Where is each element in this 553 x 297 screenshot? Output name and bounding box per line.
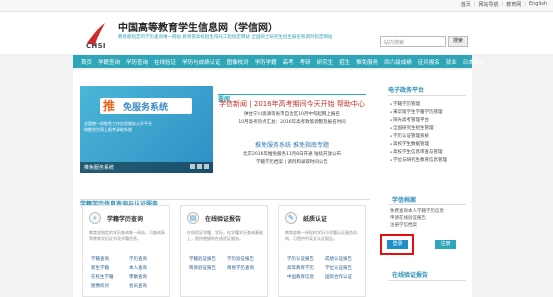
card-title[interactable]: 在线验证报告 (205, 214, 241, 223)
nav-item[interactable]: 研究生 (317, 58, 334, 66)
nav-item[interactable]: 征兵报名 (418, 58, 440, 66)
card-desc: 教育部指定的学历查询唯一网站，可查询高等教育学历证书及学籍信息。 (89, 230, 165, 241)
pager-dot[interactable] (204, 164, 209, 169)
divider (388, 204, 466, 205)
card-links: 学籍验证报告 学历验证报告 简易验证报告 简易学历查询 (189, 256, 261, 271)
news-item[interactable]: 陕甘宁川渝滇等省市自治区10月中旬起网上报名 (218, 111, 366, 117)
card-link[interactable]: 学历验证报告 (227, 256, 261, 262)
nav-item[interactable]: 考研 (300, 58, 311, 66)
card-link[interactable]: 简易验证报告 (189, 265, 223, 271)
news-header: 要闻 (218, 86, 366, 103)
top-link-nav[interactable]: 网站导航 (479, 1, 499, 8)
nav-item[interactable]: 学历学籍 (255, 58, 277, 66)
nav-item[interactable]: 学历查询 (126, 58, 148, 66)
divider (388, 95, 466, 96)
card-link[interactable]: 学历查询 (129, 256, 163, 262)
nav-item[interactable]: 学历与成绩认证 (182, 58, 221, 66)
card-link[interactable]: 简易学历查询 (227, 265, 261, 271)
news-item[interactable]: 10月高考热点汇总：2016年高考政策调整及报名时间 (218, 119, 366, 125)
banner-pager (190, 164, 209, 169)
site-title: 中国高等教育学生信息网（学信网） (118, 23, 278, 34)
card-link[interactable]: 在校生学籍 (91, 274, 125, 280)
card-links: 学籍查询 学历查询 新生学籍 本人查询 在校生学籍 零散查询 图像校对 会员查询 (91, 256, 163, 289)
section-header: 学籍学历信息查询与认证服务 (80, 191, 370, 208)
banner-title: 免服务系统 (123, 103, 169, 113)
nav-item[interactable]: 学籍查询 (98, 58, 120, 66)
card-desc: 在线验证学籍、学历，在学籍学历查询基础上，提供便捷的在线验证服务。 (187, 230, 263, 241)
main-nav: 首页 学籍查询 学历查询 在线验证 学历与成绩认证 图像校对 学历学籍 高考 考… (73, 55, 485, 68)
highlight-box (380, 234, 414, 255)
platform-item[interactable]: 学历认证管理系统 (390, 133, 429, 139)
nav-item[interactable]: 推免服务 (356, 58, 378, 66)
card-link[interactable]: 高等教育学历 (287, 265, 321, 271)
card-link[interactable]: 成绩认证报告 (325, 256, 359, 262)
archive-title: 学信档案 (392, 197, 417, 204)
register-button[interactable]: 注册 (435, 240, 456, 249)
platform-item[interactable]: 学籍学历管理 (390, 101, 420, 107)
card-link[interactable]: 零散查询 (129, 274, 163, 280)
archive-line: 申请在线验证报告 (390, 216, 426, 221)
platform-title: 电子政务平台 (388, 87, 425, 94)
document-icon: ▤ (187, 212, 199, 224)
card-links: 学历认证报告 成绩认证报告 高等教育学历 学位认证报告 中国教育信息 国际合作认… (287, 256, 359, 280)
platform-item[interactable]: 高校学生信息审查与管理 (390, 149, 443, 155)
card-link[interactable]: 会员查询 (129, 283, 163, 289)
card-title[interactable]: 纸质认证 (303, 214, 327, 223)
news-headline[interactable]: 学信新闻 | 2016年高考期间今天开始 帮助中心 (218, 99, 366, 109)
platform-item[interactable]: 全国研究生招生管理 (390, 125, 434, 131)
service-card-query: ⌕ 学籍学历查询 教育部指定的学历查询唯一网站，可查询高等教育学历证书及学籍信息… (82, 205, 170, 297)
banner-line: 和推免生网上报考录取系统 (84, 127, 132, 132)
platform-item[interactable]: 阳光高考管理平台 (390, 117, 429, 123)
search-button[interactable]: 搜索 (448, 36, 468, 47)
banner-title-char: 推 (103, 99, 116, 113)
site-subtitle: 教育部指定的学历查询唯一网站 教育部高校招生阳光工程指定网站 全国硕士研究生招生… (118, 35, 333, 40)
platform-item[interactable]: 来华留学生学籍学历管理 (390, 109, 443, 115)
certificate-icon: ✎ (285, 212, 297, 224)
card-link[interactable]: 国际合作认证 (325, 274, 359, 280)
card-link[interactable]: 本人查询 (129, 265, 163, 271)
news-item[interactable]: 学籍学历档案 | 调剂和录取时间公告 (218, 159, 366, 165)
top-link-home[interactable]: 首页 (461, 1, 471, 8)
nav-item[interactable]: 在线验证 (154, 58, 176, 66)
archive-line: 免费查询本人学籍学历信息 (390, 209, 444, 214)
top-link-edu[interactable]: 教育网 (506, 1, 521, 8)
card-link[interactable]: 学籍查询 (91, 256, 125, 262)
pager-dot[interactable] (190, 164, 195, 169)
divider (388, 280, 466, 281)
nav-item[interactable]: 招生 (339, 58, 350, 66)
platform-item[interactable]: 学位与研究生教育信息管理 (390, 157, 447, 163)
news-headline-2[interactable]: 推免服务系统 推免指南专题 (218, 140, 366, 149)
archive-line: 注册学信档案 (390, 223, 417, 228)
search-icon: ⌕ (89, 212, 101, 224)
card-link[interactable]: 新生学籍 (91, 265, 125, 271)
card-link[interactable]: 学历认证报告 (287, 256, 321, 262)
card-link[interactable]: 学籍验证报告 (189, 256, 223, 262)
platform-item[interactable]: 高校学生数据管理 (390, 141, 429, 147)
pager-dot[interactable] (197, 164, 202, 169)
banner-caption-text: 推免服务系统 (84, 165, 115, 171)
news-item[interactable]: 北京2016年推免服务11月8日开通 陆续开放公布 (218, 151, 366, 157)
search-input[interactable]: 站内搜索 (380, 36, 446, 47)
nav-item[interactable]: 首页 (81, 58, 92, 66)
nav-item[interactable]: 高考 (283, 58, 294, 66)
card-desc: 教育部唯一授权的学历与学籍认证服务机构，可提供中英文认证报告。 (285, 230, 357, 241)
card-title[interactable]: 学籍学历查询 (107, 214, 143, 223)
banner-text: 全国统一的推免工作信息服务公开平台 和推免生网上报考录取系统 (84, 121, 154, 133)
logo-text: CHSI (86, 42, 106, 50)
card-link[interactable]: 图像校对 (91, 283, 125, 289)
nav-item[interactable]: 图像校对 (227, 58, 249, 66)
nav-item[interactable]: 就业 (446, 58, 457, 66)
card-link[interactable]: 中国教育信息 (287, 274, 321, 280)
service-card-verify: ▤ 在线验证报告 在线验证学籍、学历，在学籍学历查询基础上，提供便捷的在线验证服… (180, 205, 268, 297)
nav-item[interactable]: 日本频道 (463, 58, 485, 66)
verify-report-title[interactable]: 在线验证报告 (392, 270, 428, 279)
nav-item[interactable]: 四六级成绩 (384, 58, 412, 66)
service-card-paper: ✎ 纸质认证 教育部唯一授权的学历与学籍认证服务机构，可提供中英文认证报告。 学… (278, 205, 366, 297)
archive-desc: 免费查询本人学籍学历信息 申请在线验证报告 注册学信档案 (390, 208, 444, 229)
card-link[interactable]: 学位认证报告 (325, 265, 359, 271)
top-link-english[interactable]: English (529, 1, 547, 8)
top-links: 首页 | 网站导航 | 教育网 | English (460, 1, 547, 8)
